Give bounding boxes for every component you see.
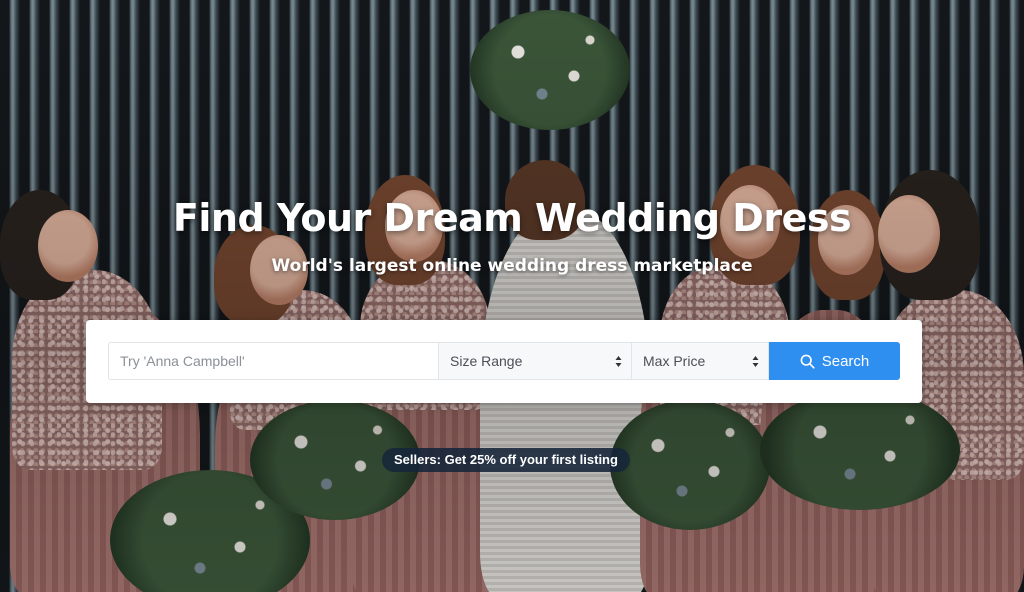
select-arrows-icon — [752, 356, 759, 367]
size-range-label: Size Range — [450, 353, 523, 369]
search-icon — [800, 354, 815, 369]
search-panel: Size Range Max Price Search — [86, 320, 922, 403]
search-button[interactable]: Search — [769, 342, 900, 380]
search-input[interactable] — [108, 342, 438, 380]
size-range-select[interactable]: Size Range — [438, 342, 631, 380]
page-title: Find Your Dream Wedding Dress — [172, 196, 852, 240]
seller-promo-badge[interactable]: Sellers: Get 25% off your first listing — [382, 448, 630, 472]
search-form: Size Range Max Price Search — [108, 342, 900, 380]
max-price-label: Max Price — [643, 353, 706, 369]
select-arrows-icon — [615, 356, 622, 367]
max-price-select[interactable]: Max Price — [631, 342, 769, 380]
hero-overlay — [0, 0, 1024, 592]
search-button-label: Search — [821, 352, 870, 370]
page-subtitle: World's largest online wedding dress mar… — [271, 256, 753, 276]
hero-section: Find Your Dream Wedding Dress World's la… — [0, 0, 1024, 592]
